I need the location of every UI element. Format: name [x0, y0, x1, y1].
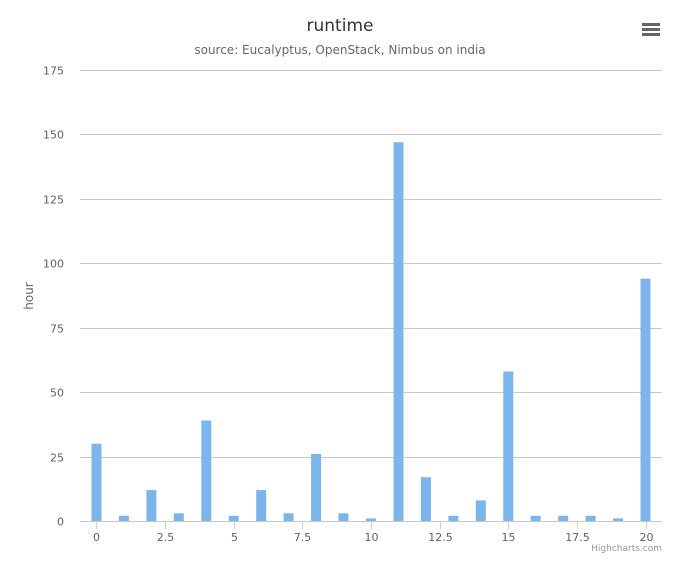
bar[interactable] [201, 420, 212, 522]
y-tick-label: 25 [50, 452, 64, 465]
chart-subtitle: source: Eucalyptus, OpenStack, Nimbus on… [194, 43, 486, 57]
y-tick-label: 100 [43, 258, 64, 271]
bar[interactable] [585, 515, 596, 521]
bar[interactable] [91, 443, 102, 521]
y-tick-label: 0 [57, 516, 64, 529]
credits-link[interactable]: Highcharts.com [591, 544, 662, 554]
chart-title: runtime [306, 16, 374, 36]
y-tick-label: 50 [50, 387, 64, 400]
bar[interactable] [420, 477, 431, 521]
x-tick-label: 5 [231, 531, 238, 544]
bar[interactable] [366, 518, 376, 521]
bar[interactable] [338, 513, 349, 521]
x-axis-labels: 0 2.5 5 7.5 10 12.5 15 17.5 20 [93, 521, 654, 544]
bar[interactable] [530, 515, 541, 521]
bar[interactable] [393, 142, 404, 521]
y-tick-label: 125 [43, 194, 64, 207]
bar[interactable] [228, 515, 239, 521]
x-tick-label: 17.5 [565, 531, 590, 544]
x-tick-label: 7.5 [294, 531, 312, 544]
bar[interactable] [503, 371, 514, 522]
y-axis-labels: 0 25 50 75 100 125 150 175 [43, 65, 64, 529]
x-tick-label: 10 [365, 531, 379, 544]
bar[interactable] [558, 515, 569, 521]
grid-lines [80, 70, 662, 522]
bar[interactable] [146, 490, 157, 521]
y-tick-label: 175 [43, 65, 64, 78]
bar[interactable] [613, 518, 624, 521]
x-tick-label: 12.5 [428, 531, 453, 544]
bar[interactable] [448, 515, 459, 521]
y-tick-label: 75 [50, 323, 64, 336]
bar[interactable] [475, 500, 486, 521]
y-axis-title: hour [22, 282, 36, 310]
chart-plot: 0 25 50 75 100 125 150 175 0 2.5 5 7.5 10 12.5 15 17.5… [22, 65, 662, 544]
x-tick-label: 15 [502, 531, 516, 544]
bar[interactable] [640, 278, 651, 521]
hamburger-menu-icon [642, 23, 660, 36]
x-tick-label: 0 [93, 531, 100, 544]
chart-menu-button[interactable] [638, 18, 664, 40]
bar-series [91, 142, 651, 522]
y-tick-label: 150 [43, 129, 64, 142]
x-tick-label: 2.5 [157, 531, 175, 544]
bar[interactable] [256, 490, 267, 521]
bar[interactable] [173, 513, 184, 521]
bar[interactable] [283, 513, 294, 521]
bar[interactable] [311, 454, 322, 521]
x-tick-label: 20 [640, 531, 654, 544]
bar[interactable] [118, 515, 129, 521]
